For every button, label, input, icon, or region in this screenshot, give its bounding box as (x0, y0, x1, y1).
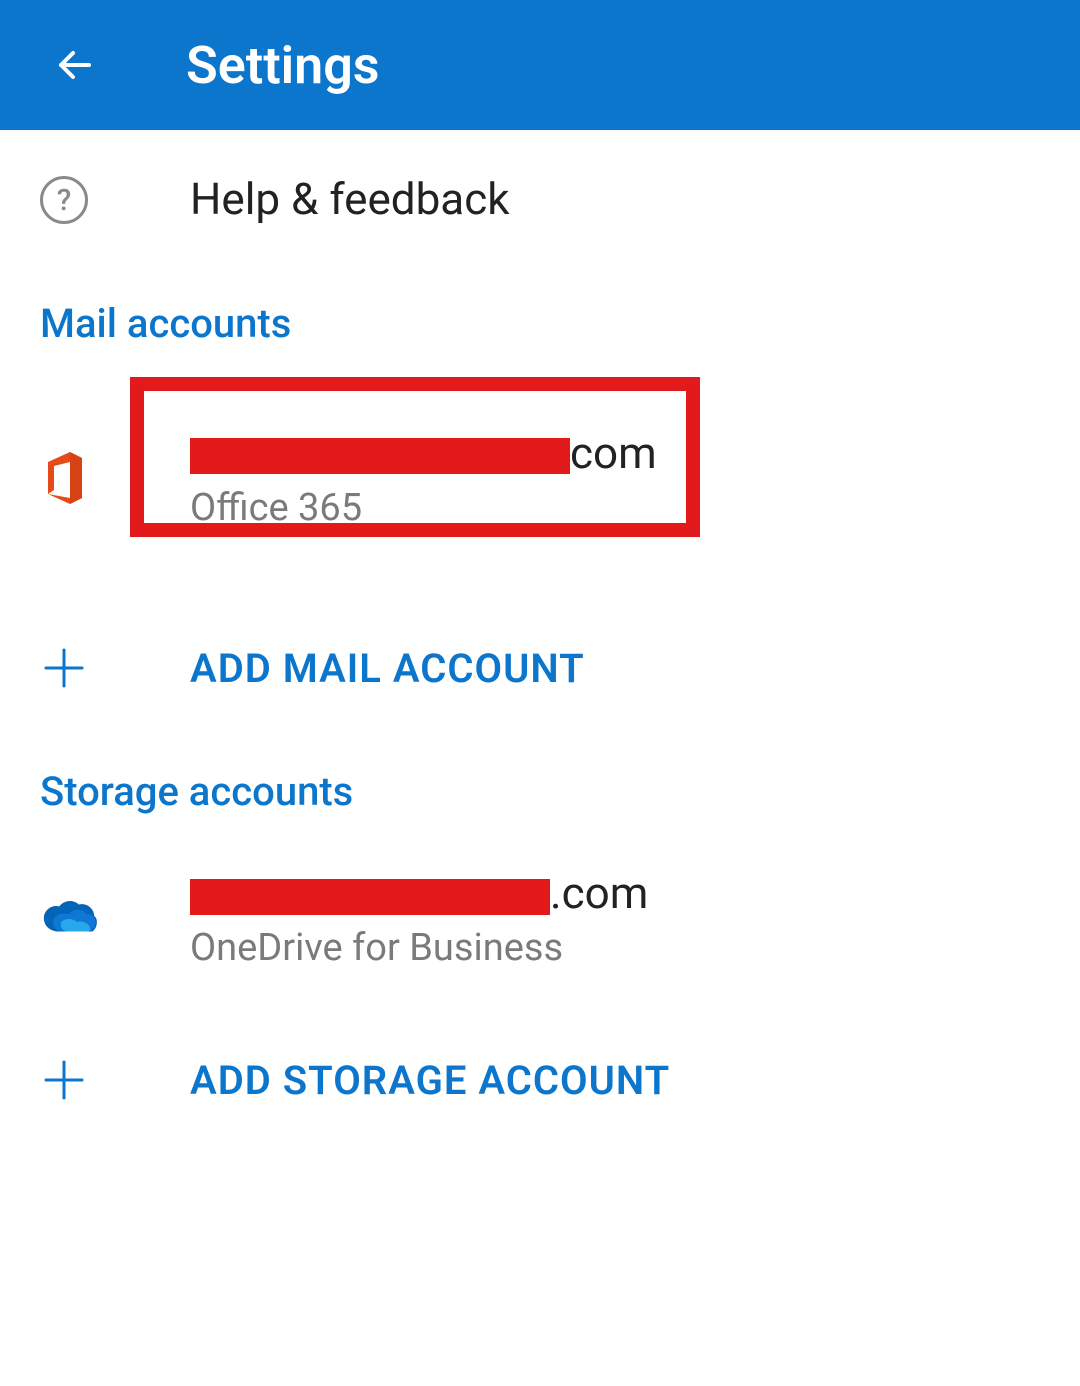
email-suffix: com (570, 427, 657, 479)
redaction-block (190, 438, 570, 474)
add-mail-account-button[interactable]: ADD MAIL ACCOUNT (0, 598, 1080, 738)
mail-account-email: com (190, 425, 657, 482)
page-title: Settings (186, 35, 380, 96)
add-storage-label: ADD STORAGE ACCOUNT (190, 1057, 670, 1104)
plus-icon (40, 1056, 100, 1104)
settings-content: ? Help & feedback Mail accounts com Offi… (0, 130, 1080, 1150)
arrow-left-icon (51, 41, 99, 89)
question-circle-icon: ? (40, 176, 88, 224)
onedrive-icon (40, 898, 100, 938)
storage-email-suffix: .com (550, 867, 648, 919)
add-storage-account-button[interactable]: ADD STORAGE ACCOUNT (0, 1010, 1080, 1150)
help-icon: ? (40, 176, 100, 224)
onedrive-cloud-icon (40, 898, 100, 938)
office-logo-icon (40, 450, 88, 506)
mail-account-type: Office 365 (190, 486, 657, 530)
back-button[interactable] (50, 40, 100, 90)
storage-account-type: OneDrive for Business (190, 926, 648, 970)
app-header: Settings (0, 0, 1080, 130)
mail-accounts-header: Mail accounts (0, 270, 1080, 357)
add-mail-label: ADD MAIL ACCOUNT (190, 645, 585, 692)
help-label: Help & feedback (190, 171, 510, 228)
office-icon (40, 450, 100, 506)
storage-account-row[interactable]: .com OneDrive for Business (0, 825, 1080, 1010)
storage-accounts-header: Storage accounts (0, 738, 1080, 825)
plus-icon (40, 644, 100, 692)
storage-account-email: .com (190, 865, 648, 922)
mail-account-row[interactable]: com Office 365 (0, 357, 1080, 598)
redaction-block (190, 879, 550, 915)
help-feedback-row[interactable]: ? Help & feedback (0, 130, 1080, 270)
